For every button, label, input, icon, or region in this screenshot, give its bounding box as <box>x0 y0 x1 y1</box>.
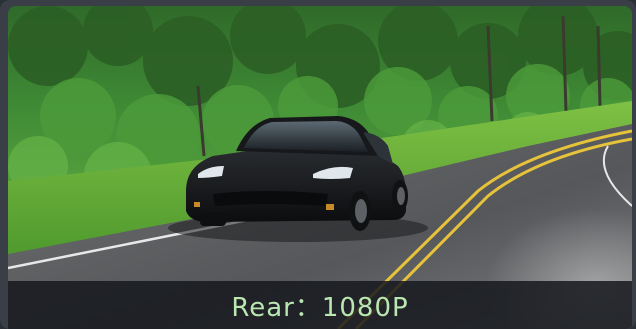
camera-resolution-label: Rear：1080P <box>231 292 409 323</box>
camera-caption-bar: Rear：1080P <box>8 281 632 329</box>
camera-preview-card: Rear：1080P <box>0 0 636 329</box>
